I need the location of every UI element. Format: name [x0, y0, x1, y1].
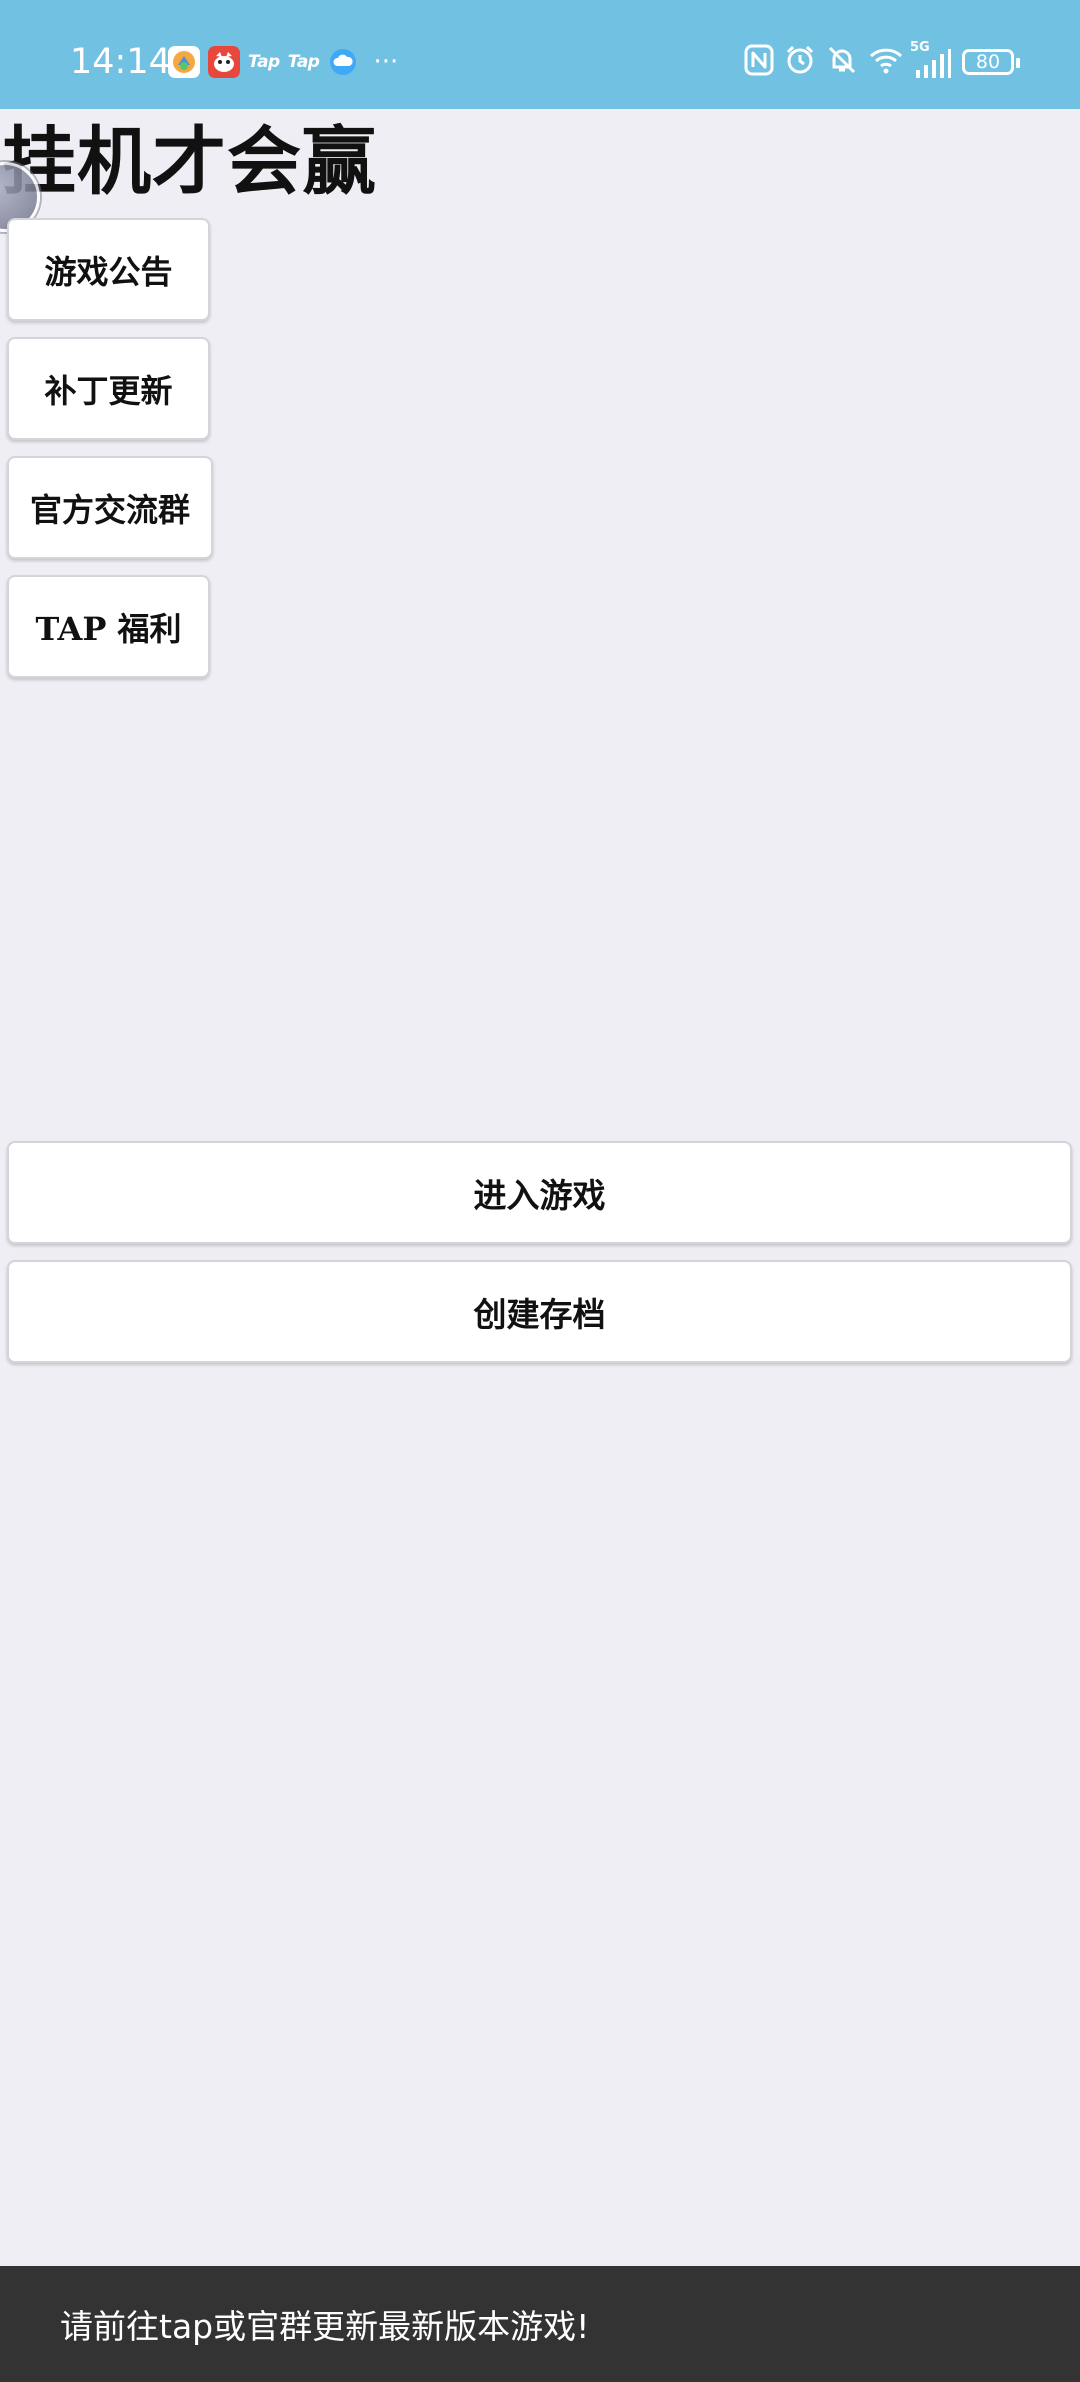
update-toast: 请前往tap或官群更新最新版本游戏!	[0, 2266, 1080, 2382]
patch-update-button[interactable]: 补丁更新	[7, 337, 210, 440]
document-app-icon	[168, 46, 200, 78]
battery-icon: 80	[962, 49, 1020, 75]
mute-bell-icon	[826, 44, 858, 80]
game-title: 挂机才会赢	[2, 119, 377, 205]
official-group-button[interactable]: 官方交流群	[7, 456, 213, 559]
nfc-icon	[744, 44, 774, 80]
status-time: 14:14	[70, 42, 171, 82]
alarm-icon	[784, 44, 816, 80]
wifi-icon	[868, 45, 904, 79]
enter-game-button[interactable]: 进入游戏	[7, 1141, 1072, 1244]
status-bar: 14:14 Tap Tap ··· 5G 80	[0, 0, 1080, 109]
tap-bonus-button[interactable]: TAP 福利	[7, 575, 210, 678]
signal-type-label: 5G	[910, 40, 930, 55]
signal-5g-icon: 5G	[910, 40, 952, 78]
toast-message: 请前往tap或官群更新最新版本游戏!	[60, 2307, 590, 2346]
more-notifications-icon: ···	[373, 47, 399, 77]
create-save-button[interactable]: 创建存档	[7, 1260, 1072, 1363]
taptap-notification-label: Tap	[287, 52, 320, 72]
system-icons: 5G 80	[744, 40, 1020, 80]
cloud-icon	[327, 46, 359, 78]
notification-icons: Tap Tap ···	[168, 44, 398, 80]
jd-app-icon	[208, 46, 240, 78]
battery-level: 80	[975, 50, 1001, 73]
announcement-button[interactable]: 游戏公告	[7, 218, 210, 321]
taptap-notification-label: Tap	[248, 52, 280, 72]
